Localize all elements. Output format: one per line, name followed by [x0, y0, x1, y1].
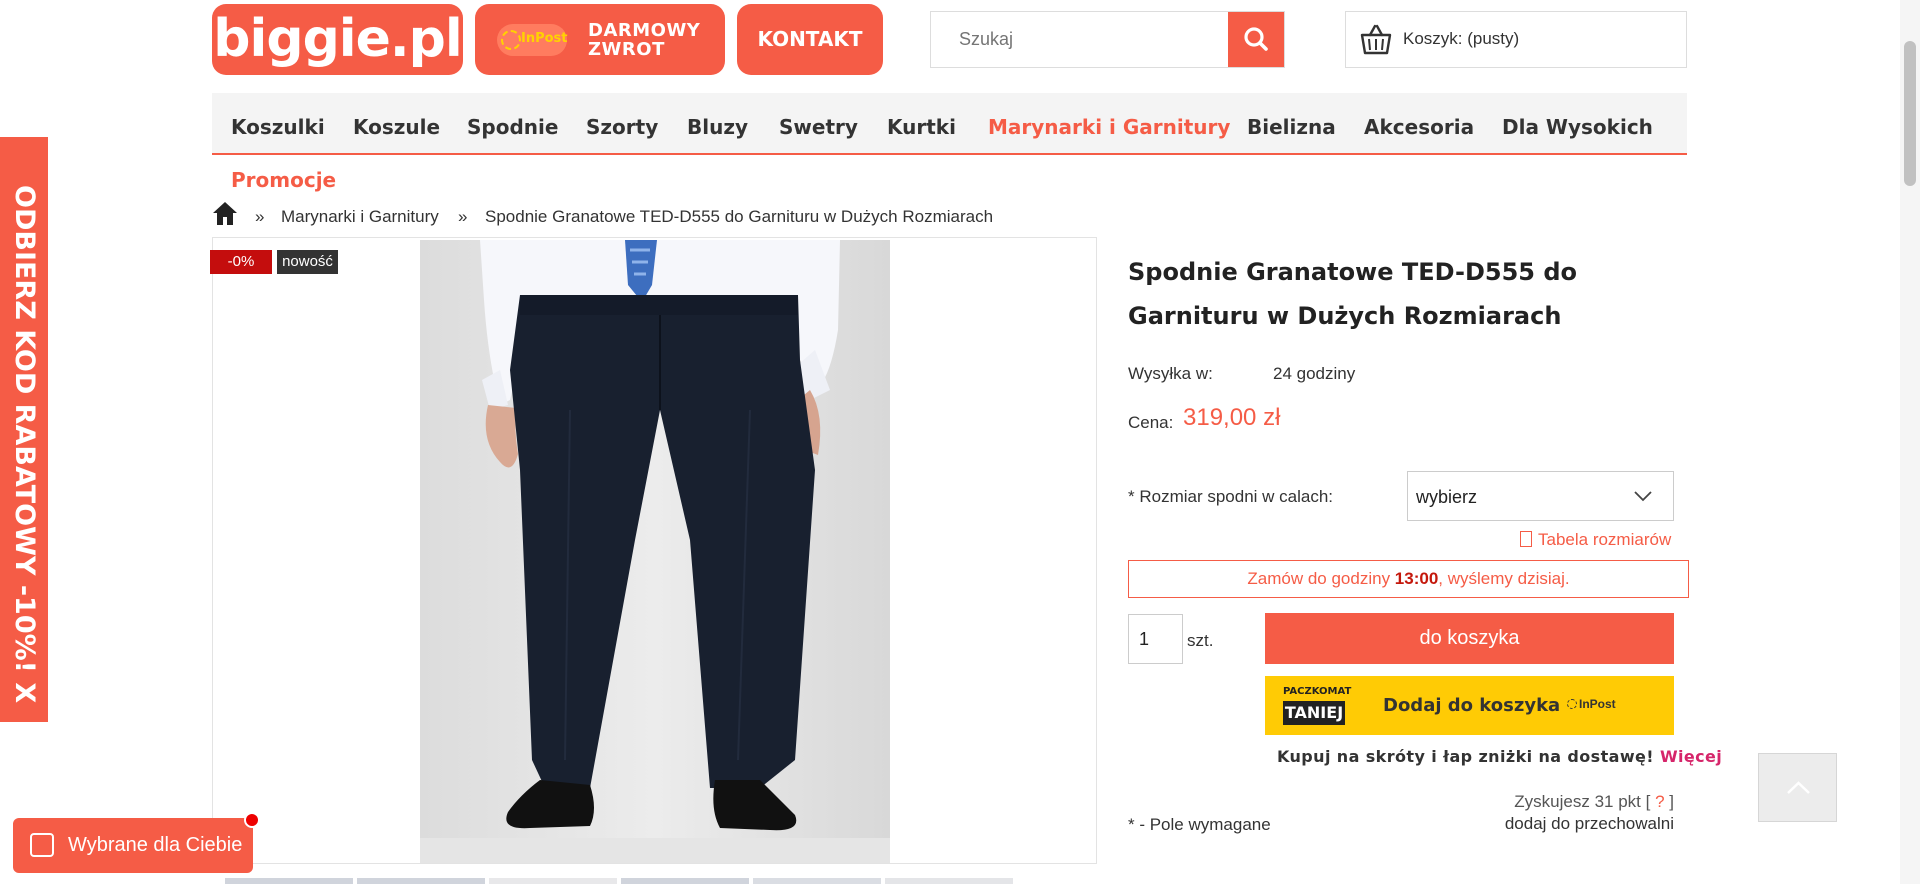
chevron-down-icon: [1634, 491, 1652, 502]
nav-item-swetry[interactable]: Swetry: [779, 115, 858, 139]
inpost-sun-icon: [1567, 699, 1577, 709]
scroll-to-top-button[interactable]: [1758, 753, 1837, 822]
quantity-unit: szt.: [1187, 631, 1214, 650]
nav-item-marynarki[interactable]: Marynarki i Garnitury: [988, 115, 1230, 139]
size-table-label: Tabela rozmiarów: [1538, 530, 1672, 549]
nav-item-bluzy[interactable]: Bluzy: [687, 115, 748, 139]
basket-icon: [1360, 24, 1392, 55]
free-return-line1: DARMOWY: [588, 20, 701, 41]
price-label: Cena:: [1128, 413, 1174, 432]
thumbnail[interactable]: [885, 878, 1013, 884]
main-nav: Koszulki Koszule Spodnie Szorty Bluzy Sw…: [212, 93, 1687, 155]
shipping-label: Wysyłka w:: [1128, 364, 1213, 383]
search-icon: [1244, 27, 1268, 51]
nav-item-dla-wysokich[interactable]: Dla Wysokich: [1502, 115, 1653, 139]
thumbnail[interactable]: [225, 878, 353, 884]
nav-item-szorty[interactable]: Szorty: [586, 115, 658, 139]
breadcrumb-sep: »: [458, 207, 468, 226]
add-to-wishlist-link[interactable]: dodaj do przechowalni: [1505, 814, 1674, 834]
breadcrumb-category[interactable]: Marynarki i Garnitury: [281, 207, 439, 227]
recommended-label: Wybrane dla Ciebie: [68, 834, 243, 856]
free-return-line2: ZWROT: [588, 39, 665, 60]
size-select-value: wybierz: [1416, 487, 1478, 507]
thumbnail[interactable]: [621, 878, 749, 884]
paczkomat-tag-label: TANIEJ: [1283, 701, 1345, 725]
paczkomat-add-to-cart-button[interactable]: PACZKOMAT TANIEJ Dodaj do koszyka InPost: [1265, 676, 1674, 735]
inpost-sun-icon: [501, 30, 521, 50]
size-select[interactable]: wybierz: [1407, 471, 1674, 521]
add-to-cart-button[interactable]: do koszyka: [1265, 613, 1674, 664]
search-button[interactable]: [1228, 12, 1284, 67]
size-label: * Rozmiar spodni w calach:: [1128, 487, 1334, 506]
inpost-logo: InPost: [497, 24, 568, 56]
thumbnail[interactable]: [357, 878, 485, 884]
discount-code-side-banner[interactable]: ODBIERZ KOD RABATOWY -10%! X: [0, 137, 48, 722]
thumbnail[interactable]: [489, 878, 617, 884]
required-note: * - Pole wymagane: [1128, 815, 1271, 834]
shipping-value: 24 godziny: [1273, 364, 1356, 383]
search-input[interactable]: [931, 12, 1228, 67]
paczkomat-button-label: Dodaj do koszyka: [1383, 695, 1561, 716]
contact-button[interactable]: KONTAKT: [737, 4, 883, 75]
paczkomat-top-label: PACZKOMAT: [1283, 686, 1352, 697]
nav-item-akcesoria[interactable]: Akcesoria: [1364, 115, 1474, 139]
chevron-up-icon: [1787, 781, 1810, 794]
nav-item-koszule[interactable]: Koszule: [353, 115, 440, 139]
side-banner-text: ODBIERZ KOD RABATOWY -10%! X: [9, 185, 40, 704]
cart-box[interactable]: Koszyk: (pusty): [1345, 11, 1687, 68]
site-logo[interactable]: biggie.pl: [212, 4, 463, 75]
loyalty-points: Zyskujesz 31 pkt [ ? ]: [1514, 792, 1674, 812]
free-return-button[interactable]: InPost DARMOWY ZWROT: [475, 4, 725, 75]
recommended-for-you-button[interactable]: Wybrane dla Ciebie: [13, 812, 260, 873]
shortcut-text: Kupuj na skróty i łap zniżki na dostawę!: [1277, 747, 1660, 766]
order-deadline-box: Zamów do godziny 13:00, wyślemy dzisiaj.: [1128, 560, 1689, 598]
breadcrumb-sep: »: [255, 207, 265, 226]
notification-dot: [244, 812, 260, 828]
product-gallery[interactable]: [212, 237, 1097, 864]
paczkomat-taniej-logo: PACZKOMAT TANIEJ: [1283, 686, 1351, 726]
search-box: [930, 11, 1285, 68]
order-deadline-post: , wyślemy dzisiaj.: [1438, 569, 1570, 588]
inpost-brand: InPost: [1567, 697, 1616, 711]
cart-label: Koszyk: (pusty): [1403, 29, 1520, 48]
breadcrumb-current: Spodnie Granatowe TED-D555 do Garnituru …: [485, 207, 994, 226]
thumbnail-strip: [225, 878, 1015, 884]
nav-item-koszulki[interactable]: Koszulki: [231, 115, 325, 139]
nav-item-kurtki[interactable]: Kurtki: [887, 115, 956, 139]
points-pre: Zyskujesz 31 pkt [: [1514, 792, 1656, 811]
nav-item-bielizna[interactable]: Bielizna: [1247, 115, 1336, 139]
gift-heart-icon: [30, 833, 54, 857]
nav-item-promocje[interactable]: Promocje: [231, 168, 336, 192]
inpost-brand-label: InPost: [1579, 697, 1616, 711]
order-deadline-pre: Zamów do godziny: [1247, 569, 1395, 588]
new-badge: nowość: [277, 250, 338, 274]
scrollbar-thumb[interactable]: [1904, 41, 1916, 186]
discount-badge: -0%: [210, 250, 272, 274]
thumbnail[interactable]: [753, 878, 881, 884]
nav-item-spodnie[interactable]: Spodnie: [467, 115, 558, 139]
quantity-input[interactable]: 1: [1128, 614, 1183, 664]
inpost-logo-text: InPost: [521, 31, 568, 46]
shortcut-promo-text: Kupuj na skróty i łap zniżki na dostawę!…: [1277, 747, 1722, 766]
product-price: 319,00 zł: [1183, 404, 1281, 431]
shortcut-more-link[interactable]: Więcej: [1660, 747, 1722, 766]
product-photo[interactable]: [420, 240, 890, 864]
points-help-link[interactable]: ?: [1655, 792, 1664, 811]
home-icon[interactable]: [212, 201, 238, 226]
size-table-icon: [1520, 531, 1532, 547]
size-table-link[interactable]: Tabela rozmiarów: [1520, 530, 1671, 550]
points-post: ]: [1664, 792, 1674, 811]
order-deadline-time: 13:00: [1394, 569, 1439, 588]
page-scrollbar[interactable]: [1900, 0, 1920, 884]
product-title: Spodnie Granatowe TED-D555 do Garnituru …: [1128, 258, 1577, 330]
